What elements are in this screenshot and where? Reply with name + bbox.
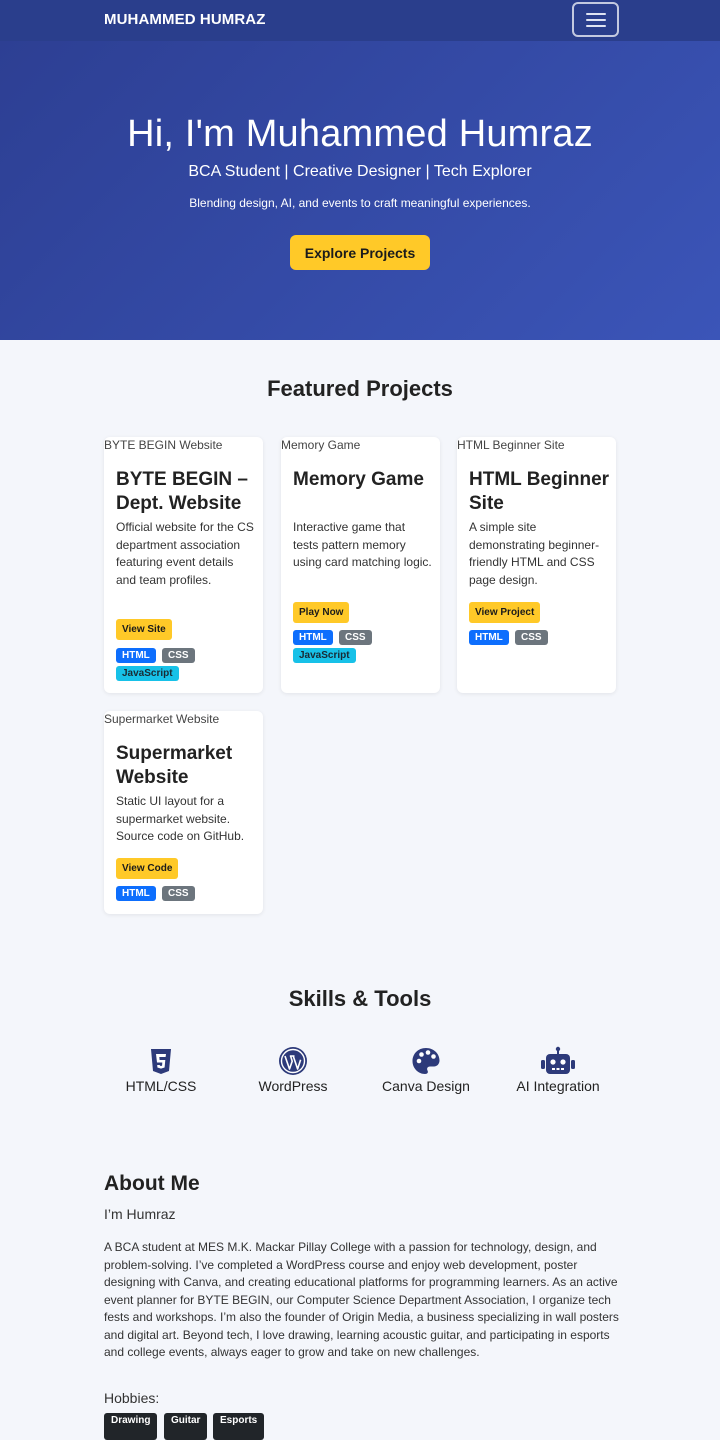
wordpress-icon [279, 1047, 307, 1075]
project-card: HTML Beginner Site HTML Beginner Site A … [457, 437, 616, 693]
projects-heading: Featured Projects [267, 376, 453, 401]
navbar: MUHAMMED HUMRAZ [0, 0, 720, 41]
view-code-button[interactable]: View Code [116, 858, 179, 879]
project-card: Memory Game Memory Game Interactive game… [281, 437, 440, 693]
skill-item: Canva Design [360, 1046, 492, 1094]
tag-badge: JavaScript [293, 648, 356, 663]
hero-title: Hi, I'm Muhammed Humraz [127, 113, 593, 155]
skill-label: WordPress [258, 1078, 328, 1094]
skill-label: HTML/CSS [125, 1078, 197, 1094]
robot-icon [541, 1046, 575, 1074]
skill-item: HTML/CSS [95, 1046, 227, 1094]
hamburger-icon [586, 25, 606, 27]
project-title: HTML Beginner Site [469, 469, 610, 514]
palette-icon [412, 1048, 440, 1074]
hero-subtitle: Blending design, AI, and events to craft… [189, 196, 531, 210]
project-image: Supermarket Website [104, 712, 220, 726]
project-title: Memory Game [293, 469, 424, 490]
project-description: Official website for the CS department a… [116, 520, 254, 587]
project-description: Interactive game that tests pattern memo… [293, 520, 432, 569]
hobby-badge: Esports [213, 1413, 265, 1440]
tag-badge: HTML [293, 630, 333, 645]
hamburger-icon [586, 19, 606, 21]
hero-tagline: BCA Student | Creative Designer | Tech E… [188, 163, 532, 180]
project-image: BYTE BEGIN Website [104, 438, 223, 452]
tag-badge: HTML [116, 648, 156, 663]
hobbies-label: Hobbies: [104, 1390, 160, 1406]
tag-badge: CSS [162, 648, 195, 663]
skills-heading: Skills & Tools [288, 986, 432, 1011]
project-image: HTML Beginner Site [457, 438, 565, 452]
tag-badge: CSS [515, 630, 548, 645]
project-card: Supermarket Website Supermarket Website … [104, 711, 263, 914]
project-title: Supermarket Website [116, 743, 233, 788]
tag-badge: CSS [339, 630, 372, 645]
hero-section: Hi, I'm Muhammed Humraz BCA Student | Cr… [0, 41, 720, 340]
skill-item: AI Integration [492, 1046, 624, 1094]
tag-badge: JavaScript [116, 666, 179, 681]
skill-label: AI Integration [516, 1078, 600, 1094]
explore-projects-button[interactable]: Explore Projects [290, 235, 430, 270]
project-description: Static UI layout for a supermarket websi… [116, 794, 245, 843]
skill-label: Canva Design [382, 1078, 470, 1094]
play-now-button[interactable]: Play Now [293, 602, 350, 623]
tag-badge: HTML [116, 886, 156, 901]
brand-logo[interactable]: MUHAMMED HUMRAZ [104, 11, 265, 28]
tag-badge: HTML [469, 630, 509, 645]
about-subheading: I’m Humraz [104, 1206, 176, 1222]
tag-badge: CSS [162, 886, 195, 901]
skill-item: WordPress [227, 1046, 359, 1094]
menu-toggle-button[interactable] [572, 2, 619, 37]
hamburger-icon [586, 13, 606, 15]
html5-icon [151, 1049, 171, 1074]
project-card: BYTE BEGIN Website BYTE BEGIN – Dept. We… [104, 437, 263, 693]
about-text: A BCA student at MES M.K. Mackar Pillay … [104, 1240, 619, 1359]
project-image: Memory Game [281, 438, 361, 452]
about-heading: About Me [104, 1172, 200, 1195]
hobby-badge: Guitar [164, 1413, 208, 1440]
project-title: BYTE BEGIN – Dept. Website [116, 469, 248, 514]
project-description: A simple site demonstrating beginner-fri… [469, 520, 600, 587]
view-project-button[interactable]: View Project [469, 602, 541, 623]
view-site-button[interactable]: View Site [116, 619, 172, 640]
hobby-badge: Drawing [104, 1413, 158, 1440]
